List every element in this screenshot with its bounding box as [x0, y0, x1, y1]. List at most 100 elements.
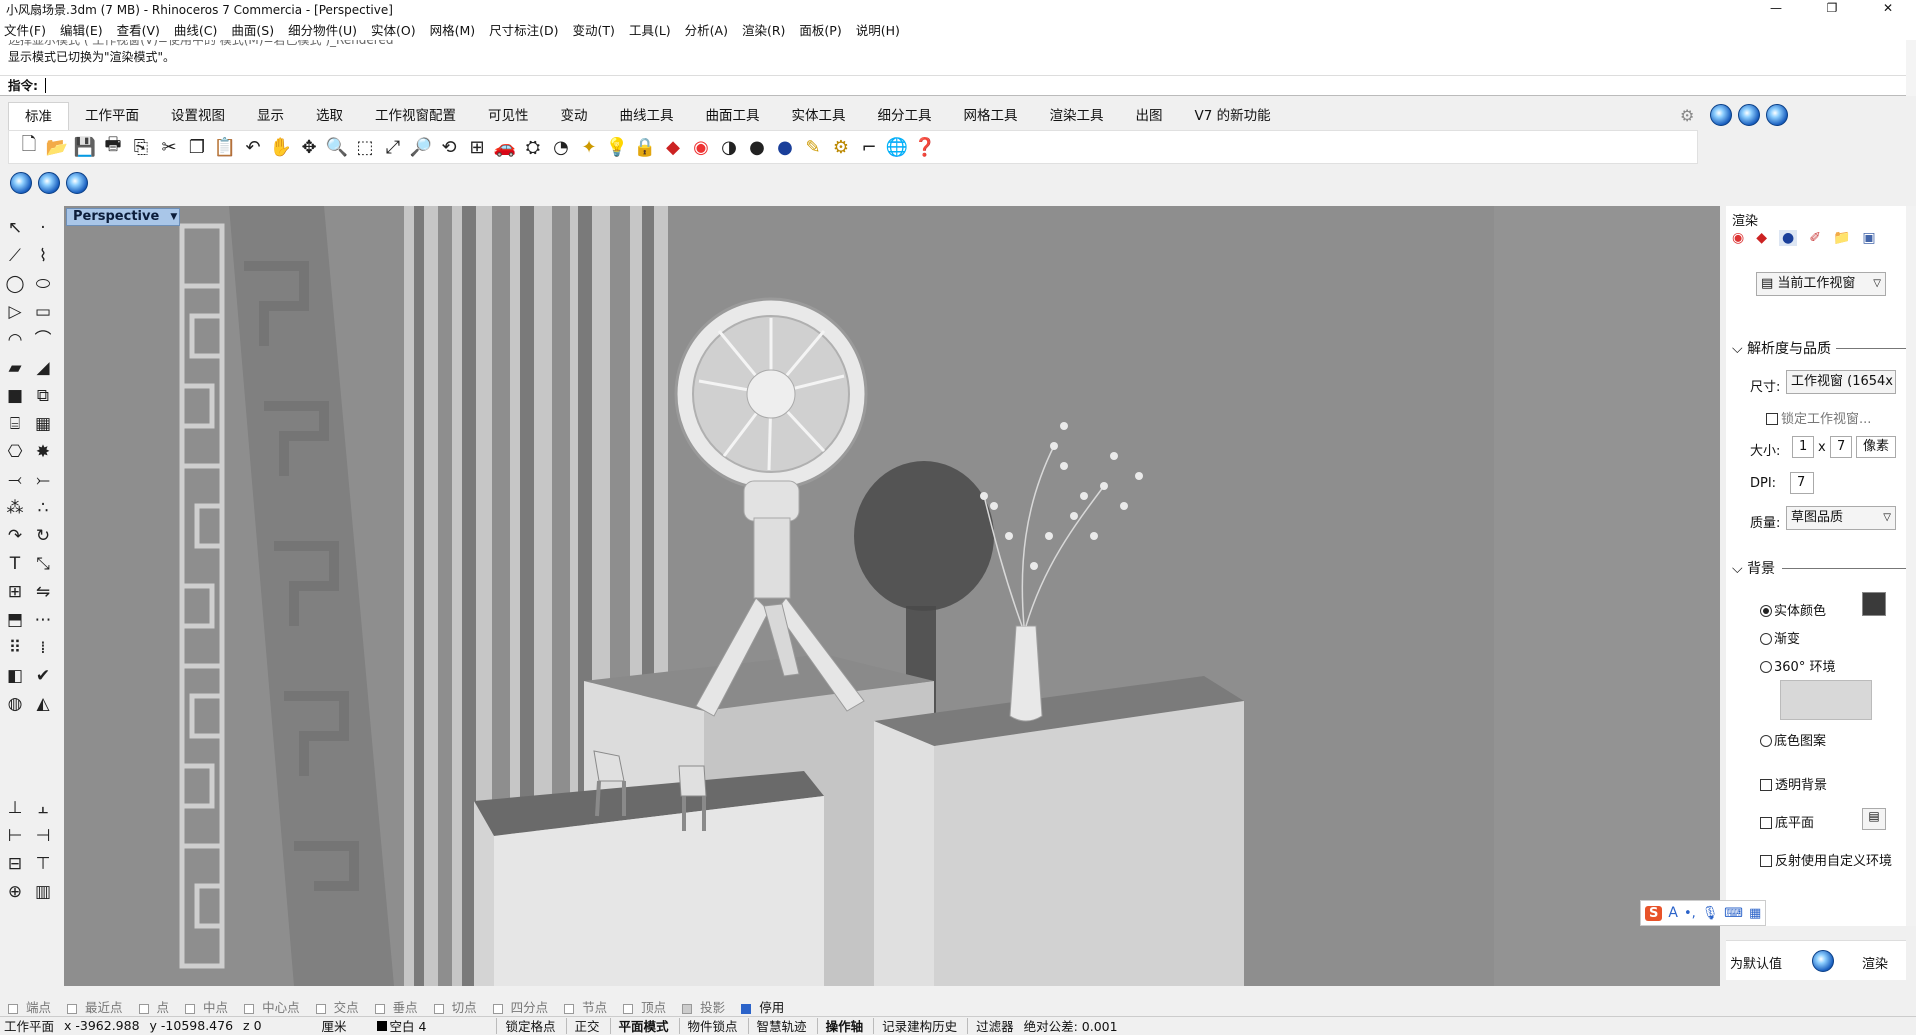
pen-icon[interactable]: ✎	[799, 133, 827, 161]
quality-dropdown[interactable]: 草图品质 ▽	[1786, 506, 1896, 530]
menu-help[interactable]: 说明(H)	[856, 20, 900, 39]
custom-reflect-checkbox[interactable]: 反射使用自定义环境	[1760, 850, 1892, 869]
lock-icon[interactable]: 🔒	[631, 133, 659, 161]
rhino-plugin-icon[interactable]	[38, 172, 60, 194]
cut-icon[interactable]: ✂	[155, 133, 183, 161]
polyline-icon[interactable]: ⟋	[2, 244, 28, 268]
section-background[interactable]: ⌵ 背景	[1732, 558, 1906, 578]
zoom-icon[interactable]: 🔍	[323, 133, 351, 161]
point-icon[interactable]: ·	[30, 216, 56, 240]
shade-icon[interactable]: ◑	[715, 133, 743, 161]
tab-curve-tools[interactable]: 曲线工具	[604, 102, 690, 130]
solid-color-swatch[interactable]	[1862, 592, 1886, 616]
tab-transform[interactable]: 变动	[545, 102, 604, 130]
select-arrow-icon[interactable]: ↖	[2, 216, 28, 240]
tab-visibility[interactable]: 可见性	[472, 102, 545, 130]
rhino-plugin-icon[interactable]	[1738, 104, 1760, 126]
tab-cplanes[interactable]: 工作平面	[69, 102, 155, 130]
layer-swatch[interactable]	[376, 1020, 387, 1031]
render-icon[interactable]: ●	[1779, 230, 1798, 246]
zoom-extents-icon[interactable]: ⤢	[379, 133, 407, 161]
osnap-center[interactable]: 中心点	[244, 997, 308, 1016]
print-icon[interactable]: 🖶	[99, 133, 127, 161]
osnap-quad[interactable]: 四分点	[492, 997, 557, 1016]
bg-solid-radio[interactable]: 实体颜色	[1760, 600, 1826, 619]
tab-render-tools[interactable]: 渲染工具	[1034, 102, 1120, 130]
punctuation-icon[interactable]: •,	[1684, 906, 1696, 921]
osnap-int[interactable]: 交点	[315, 997, 367, 1016]
align-center-icon[interactable]: ⊟	[2, 852, 28, 876]
menu-panels[interactable]: 面板(P)	[799, 20, 841, 39]
paintbrush-icon[interactable]: ✐	[1809, 230, 1821, 246]
rhino-plugin-icon[interactable]	[1766, 104, 1788, 126]
osnap-perp[interactable]: 垂点	[374, 997, 426, 1016]
rectangle-icon[interactable]: ▭	[30, 300, 56, 324]
check-icon[interactable]: ✔	[30, 664, 56, 688]
import-icon[interactable]: ⎘	[127, 133, 155, 161]
trim-icon[interactable]: ⤙	[2, 468, 28, 492]
analyze-icon[interactable]: ◧	[2, 664, 28, 688]
gear-icon[interactable]: ⚙	[827, 133, 855, 161]
rhino-plugin-icon[interactable]	[10, 172, 32, 194]
box-icon[interactable]: ■	[2, 384, 28, 408]
rotate-icon[interactable]: ⟲	[435, 133, 463, 161]
dimension-icon[interactable]: ⌐	[855, 133, 883, 161]
set-default-button[interactable]: 为默认值	[1730, 953, 1782, 972]
bg-360-radio[interactable]: 360° 环境	[1760, 656, 1835, 675]
explode-icon[interactable]: ✸	[30, 440, 56, 464]
gumball-icon[interactable]: ⊕	[2, 880, 28, 904]
toggle-ortho[interactable]: 正交	[575, 1016, 600, 1035]
circle-icon[interactable]: ◯	[2, 272, 28, 296]
boolean-icon[interactable]: ⧉	[30, 384, 56, 408]
tab-standard[interactable]: 标准	[8, 102, 69, 130]
offset-icon[interactable]: ↻	[30, 524, 56, 548]
pan-icon[interactable]: ✋	[267, 133, 295, 161]
color-wheel-icon[interactable]: ◉	[687, 133, 715, 161]
rhino-plugin-icon[interactable]	[66, 172, 88, 194]
toggle-grid-snap[interactable]: 锁定格点	[505, 1016, 555, 1035]
align-middle-icon[interactable]: ⊤	[30, 852, 56, 876]
undo-icon[interactable]: ↶	[239, 133, 267, 161]
size-dropdown[interactable]: 工作视窗 (1654x	[1786, 370, 1896, 394]
align-distribute-icon[interactable]: ⫠	[30, 796, 56, 820]
menu-curve[interactable]: 曲线(C)	[174, 20, 217, 39]
cplane-label[interactable]: 工作平面	[4, 1016, 54, 1035]
layer-icon[interactable]: ◆	[659, 133, 687, 161]
osnap-tan[interactable]: 切点	[433, 997, 485, 1016]
osnap-knot[interactable]: 节点	[564, 997, 615, 1016]
chevron-down-icon[interactable]: ▼	[170, 209, 177, 225]
osnap-point[interactable]: 点	[138, 997, 178, 1016]
osnap-vertex[interactable]: 顶点	[623, 997, 674, 1016]
arc-icon[interactable]: ◠	[2, 328, 28, 352]
tab-settings-gear-icon[interactable]: ⚙	[1680, 106, 1694, 125]
array-icon[interactable]: ⊞	[2, 580, 28, 604]
align-right-icon[interactable]: ⊣	[30, 824, 56, 848]
section-resolution[interactable]: ⌵ 解析度与品质	[1732, 338, 1906, 358]
scale-icon[interactable]: ⤡	[30, 552, 56, 576]
menu-surface[interactable]: 曲面(S)	[231, 20, 274, 39]
globe-icon[interactable]: 🌐	[883, 133, 911, 161]
bg-wallpaper-radio[interactable]: 底色图案	[1760, 730, 1826, 749]
flow-icon[interactable]: ⋯	[30, 608, 56, 632]
environment-thumbnail[interactable]	[1780, 680, 1872, 720]
dpi-input[interactable]: 7	[1790, 472, 1814, 494]
width-input[interactable]: 1	[1792, 436, 1814, 458]
blend-icon[interactable]: ◍	[2, 692, 28, 716]
menu-mesh[interactable]: 网格(M)	[430, 20, 476, 39]
tab-set-view[interactable]: 设置视图	[155, 102, 241, 130]
toggle-filter[interactable]: 过滤器	[976, 1016, 1014, 1035]
ground-plane-checkbox[interactable]: 底平面	[1760, 812, 1814, 831]
ime-toolbar[interactable]: S A •, 🎙 ⌨ ▦	[1640, 900, 1766, 926]
align-bottom-icon[interactable]: ⊥	[2, 796, 28, 820]
join-icon[interactable]: ⎔	[2, 440, 28, 464]
curve-icon[interactable]: ⌇	[30, 244, 56, 268]
zoom-selected-icon[interactable]: 🔎	[407, 133, 435, 161]
tab-subd-tools[interactable]: 细分工具	[862, 102, 948, 130]
menu-dimension[interactable]: 尺寸标注(D)	[489, 20, 558, 39]
menu-solid[interactable]: 实体(O)	[371, 20, 416, 39]
osnap-project[interactable]: 投影	[682, 997, 733, 1016]
menu-edit[interactable]: 编辑(E)	[60, 20, 103, 39]
tab-display[interactable]: 显示	[241, 102, 300, 130]
cylinder-icon[interactable]: ⌸	[2, 412, 28, 436]
sweep-icon[interactable]: ◢	[30, 356, 56, 380]
